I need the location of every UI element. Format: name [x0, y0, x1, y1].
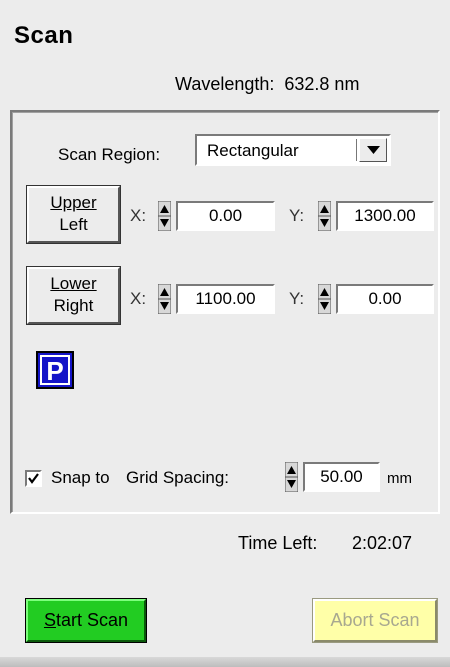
upper-left-button[interactable]: Upper Left — [26, 185, 121, 244]
snap-checkbox[interactable] — [25, 470, 42, 487]
scan-region-label: Scan Region: — [58, 145, 161, 164]
wavelength-readout: Wavelength: 632.8 nm — [175, 74, 359, 95]
lower-right-x-input[interactable]: 1100.00 — [176, 284, 275, 314]
scan-panel: Scan Wavelength: 632.8 nm Scan Region: Re… — [0, 0, 450, 667]
scan-region-select[interactable]: Rectangular — [195, 134, 391, 166]
abort-scan-button[interactable]: Abort Scan — [312, 598, 438, 643]
wavelength-value: 632.8 nm — [284, 74, 360, 94]
lower-right-y-spin-icon[interactable] — [318, 284, 331, 314]
lower-right-x-label: X: — [130, 289, 147, 308]
lower-right-button[interactable]: Lower Right — [26, 266, 121, 325]
start-scan-button[interactable]: Start Scan — [25, 598, 147, 643]
panel-title: Scan — [14, 22, 74, 49]
grid-spacing-label: Grid Spacing: — [126, 468, 229, 487]
upper-left-y-spin-icon[interactable] — [318, 201, 331, 231]
panel-bottom-edge — [0, 657, 450, 667]
time-left-value: 2:02:07 — [352, 533, 413, 553]
snap-label: Snap to — [51, 468, 110, 487]
grid-spacing-unit: mm — [387, 470, 412, 487]
upper-left-x-label: X: — [130, 206, 147, 225]
upper-left-line2: Left — [59, 215, 88, 234]
lower-right-y-input[interactable]: 0.00 — [336, 284, 434, 314]
wavelength-label: Wavelength: — [175, 74, 275, 94]
lower-right-line1: Lower — [50, 274, 97, 293]
upper-left-y-label: Y: — [289, 206, 305, 225]
upper-left-x-input[interactable]: 0.00 — [176, 201, 275, 231]
grid-spacing-input[interactable]: 50.00 — [303, 462, 380, 492]
p-icon-label: P — [40, 355, 70, 385]
upper-left-line1: Upper — [50, 193, 97, 212]
scan-region-value: Rectangular — [207, 141, 299, 160]
upper-left-y-input[interactable]: 1300.00 — [336, 201, 434, 231]
p-icon[interactable]: P — [36, 351, 74, 389]
time-left-label: Time Left: — [238, 533, 318, 553]
lower-right-x-spin-icon[interactable] — [158, 284, 171, 314]
upper-left-x-spin-icon[interactable] — [158, 201, 171, 231]
lower-right-line2: Right — [53, 296, 94, 315]
dropdown-arrow-icon[interactable] — [359, 138, 387, 162]
lower-right-y-label: Y: — [289, 289, 305, 308]
grid-spacing-spin-icon[interactable] — [285, 462, 298, 492]
checkmark-icon — [28, 473, 39, 484]
